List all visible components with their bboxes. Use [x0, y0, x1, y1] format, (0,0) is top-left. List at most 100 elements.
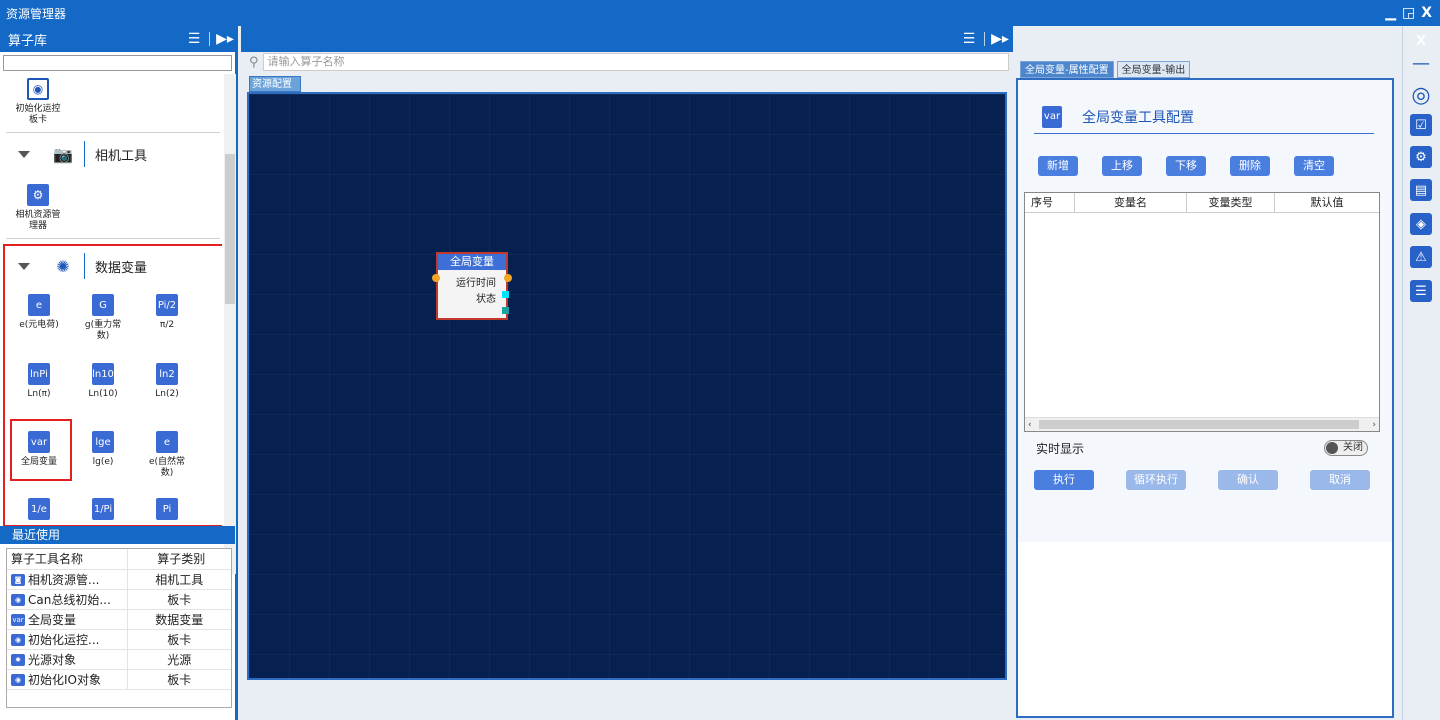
search-icon: ⚲ — [249, 54, 259, 70]
config-title: 全局变量工具配置 — [1082, 109, 1194, 126]
confirm-button[interactable]: 确认 — [1218, 470, 1278, 490]
recent-name: Can总线初始... — [28, 592, 111, 607]
restore-button[interactable]: ◲ — [1402, 5, 1415, 21]
table-row[interactable]: ◉ 初始化IO对象 板卡 — [7, 669, 231, 690]
recent-name: 全局变量 — [28, 612, 77, 627]
recent-table: 算子工具名称 算子类别 ◙ 相机资源管... 相机工具 ◉ Can总线初始... 板… — [6, 548, 232, 708]
properties-content: var 全局变量工具配置 新增 上移 下移 删除 清空 序号 变量名 变量类型 … — [1018, 80, 1392, 542]
properties-body: var 全局变量工具配置 新增 上移 下移 删除 清空 序号 变量名 变量类型 … — [1016, 78, 1394, 718]
tool-camera-resource-manager[interactable]: ⚙ 相机资源管 理器 — [6, 184, 70, 232]
operator-search-input[interactable]: 请输入算子名称 — [262, 53, 1009, 71]
clear-button[interactable]: 清空 — [1294, 156, 1334, 176]
toggle-label: 关闭 — [1343, 442, 1363, 453]
window-title: 资源管理器 — [6, 6, 67, 21]
checklist-icon[interactable]: ☑ — [1410, 114, 1432, 136]
variable-table[interactable]: 序号 变量名 变量类型 默认值 ‹ › — [1024, 192, 1380, 432]
recent-category: 相机工具 — [126, 569, 231, 590]
library-scrollbar[interactable] — [224, 74, 236, 574]
column-header: 变量类型 — [1187, 193, 1275, 212]
realtime-label: 实时显示 — [1036, 442, 1085, 456]
runtime-port[interactable] — [502, 291, 509, 298]
tool-init-motion-card[interactable]: ◉ 初始化运控 板卡 — [6, 78, 70, 126]
recent-category: 光源 — [126, 649, 231, 670]
menu-icon[interactable]: ☰ — [956, 31, 982, 47]
category-divider — [84, 141, 85, 167]
scrollbar-thumb[interactable] — [1039, 420, 1359, 429]
flow-icon[interactable]: ☰ — [1410, 280, 1432, 302]
recent-name: 初始化运控... — [28, 632, 100, 647]
toggle-knob — [1326, 442, 1338, 454]
table-row[interactable]: ◉ Can总线初始... 板卡 — [7, 589, 231, 610]
camera-icon: ◙ — [11, 574, 25, 586]
scrollbar-thumb[interactable] — [225, 154, 235, 304]
workspace-header: ☰ ▶▸ — [241, 26, 1013, 52]
minimize-button[interactable]: ▁ — [1385, 5, 1396, 21]
execute-button[interactable]: 执行 — [1034, 470, 1094, 490]
cancel-button[interactable]: 取消 — [1310, 470, 1370, 490]
column-header: 序号 — [1025, 193, 1075, 212]
loop-execute-button[interactable]: 循环执行 — [1126, 470, 1186, 490]
status-port[interactable] — [502, 307, 509, 314]
tool-highlight — [10, 419, 72, 481]
chevron-left-icon[interactable]: ‹ — [1028, 418, 1032, 432]
node-title: 全局变量 — [438, 254, 506, 270]
properties-panel: 全局变量-属性配置 全局变量-输出 var 全局变量工具配置 新增 上移 下移 … — [1016, 26, 1398, 720]
horizontal-scrollbar[interactable]: ‹ › — [1025, 417, 1379, 431]
recent-header: 最近使用 — [0, 526, 235, 544]
output-port[interactable] — [504, 274, 512, 282]
tab-resource-config[interactable]: 资源配置 — [249, 76, 301, 92]
chevron-right-icon[interactable]: › — [1372, 418, 1376, 432]
column-header: 算子类别 — [126, 549, 231, 570]
forward-icon[interactable]: ▶▸ — [212, 31, 238, 47]
global-variable-node[interactable]: 全局变量 运行时间 状态 — [432, 252, 512, 320]
camera-gear-icon: ⚙ — [27, 184, 49, 206]
layers-icon[interactable]: ◈ — [1410, 213, 1432, 235]
tab-output[interactable]: 全局变量-输出 — [1116, 61, 1191, 78]
tab-property-config[interactable]: 全局变量-属性配置 — [1020, 61, 1114, 78]
library-search-input[interactable] — [3, 55, 232, 71]
table-row[interactable]: ◉ 初始化运控... 板卡 — [7, 629, 231, 650]
recent-name: 相机资源管... — [28, 572, 100, 587]
recent-category: 板卡 — [126, 589, 231, 610]
table-header: 序号 变量名 变量类型 默认值 — [1025, 193, 1379, 213]
table-row[interactable]: var 全局变量 数据变量 — [7, 609, 231, 630]
settings-list-icon[interactable]: ⚙ — [1410, 146, 1432, 168]
window-titlebar: 资源管理器 ▁ ◲ X — [0, 0, 1440, 26]
operator-list: ◉ 初始化运控 板卡 📷 相机工具 ⚙ 相机资源管 理器 ✺ 数据变量 e e(… — [0, 74, 222, 574]
category-camera-tools[interactable]: 📷 相机工具 — [0, 134, 222, 174]
card-icon: ◉ — [11, 634, 25, 646]
realtime-toggle[interactable]: 关闭 — [1324, 440, 1368, 456]
recent-category: 板卡 — [126, 669, 231, 690]
column-header: 算子工具名称 — [7, 549, 127, 570]
config-header: var 全局变量工具配置 — [1034, 100, 1374, 134]
forward-icon[interactable]: ▶▸ — [987, 31, 1013, 47]
card-icon: ◉ — [11, 674, 25, 686]
node-output-label: 运行时间 — [456, 278, 496, 289]
flow-canvas[interactable]: 全局变量 运行时间 状态 — [247, 92, 1007, 680]
warning-icon[interactable]: ⚠ — [1410, 246, 1432, 268]
divider — [6, 132, 220, 133]
process-icon[interactable]: ◎ — [1408, 82, 1434, 108]
delete-button[interactable]: 删除 — [1230, 156, 1270, 176]
column-header: 默认值 — [1310, 196, 1344, 209]
recent-category: 数据变量 — [126, 609, 231, 630]
header-divider — [984, 32, 985, 46]
input-port[interactable] — [432, 274, 440, 282]
layout-icon[interactable]: ▤ — [1410, 179, 1432, 201]
move-up-button[interactable]: 上移 — [1102, 156, 1142, 176]
var-icon: var — [1042, 105, 1062, 128]
table-row[interactable]: ✹ 光源对象 光源 — [7, 649, 231, 670]
recent-name: 光源对象 — [28, 652, 77, 667]
camera-icon: 📷 — [53, 144, 73, 164]
close-button[interactable]: X — [1421, 5, 1432, 21]
collapse-icon[interactable]: — — [1408, 50, 1434, 76]
table-row[interactable]: ◙ 相机资源管... 相机工具 — [7, 569, 231, 590]
header-divider — [209, 32, 210, 46]
chevron-down-icon[interactable] — [18, 150, 30, 158]
move-down-button[interactable]: 下移 — [1166, 156, 1206, 176]
recent-name: 初始化IO对象 — [28, 672, 101, 687]
side-toolbar: X — ◎ ☑ ⚙ ▤ ◈ ⚠ ☰ — [1402, 26, 1440, 720]
operator-library-panel: ◉ 初始化运控 板卡 📷 相机工具 ⚙ 相机资源管 理器 ✺ 数据变量 e e(… — [0, 52, 238, 720]
add-button[interactable]: 新增 — [1038, 156, 1078, 176]
menu-icon[interactable]: ☰ — [181, 31, 207, 47]
